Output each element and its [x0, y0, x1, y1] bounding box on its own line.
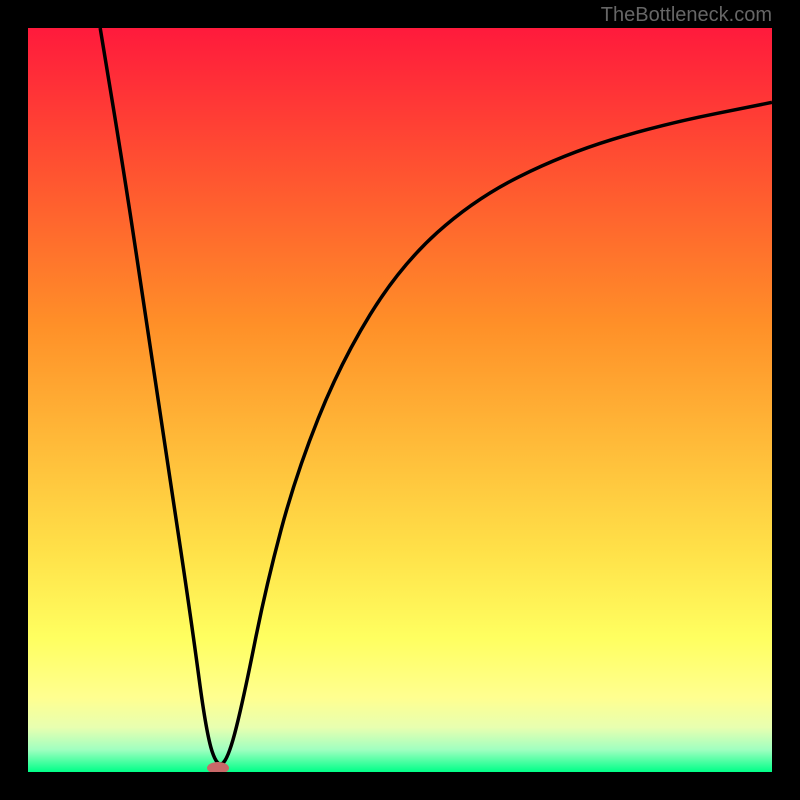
minimum-marker: [207, 762, 229, 772]
chart-container: TheBottleneck.com: [0, 0, 800, 800]
watermark-text: TheBottleneck.com: [601, 4, 772, 27]
plot-area: [28, 28, 772, 772]
bottleneck-curve: [28, 28, 772, 772]
